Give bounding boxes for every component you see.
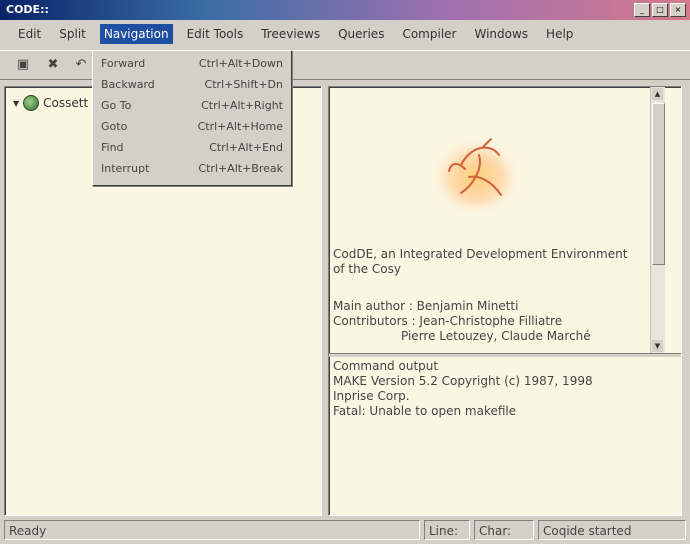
about-scrollbar[interactable]: ▲ ▼ (650, 87, 665, 353)
menu-edit[interactable]: Edit (14, 24, 45, 44)
line-indicator: Line: (424, 520, 470, 540)
status-text: Ready (4, 520, 420, 540)
menu-item-interrupt[interactable]: Interrupt Ctrl+Alt+Break (93, 160, 291, 177)
expand-arrow-icon[interactable]: ▼ (13, 99, 19, 108)
console-line: Inprise Corp. (333, 389, 410, 403)
console-line: Fatal: Unable to open makefile (333, 404, 517, 418)
scroll-down-icon[interactable]: ▼ (652, 340, 663, 352)
menu-item-backward[interactable]: Backward Ctrl+Shift+Dn (93, 76, 291, 93)
menu-treeviews[interactable]: Treeviews (257, 24, 324, 44)
menu-windows[interactable]: Windows (470, 24, 532, 44)
menu-item-forward[interactable]: Forward Ctrl+Alt+Down (93, 55, 291, 72)
horizontal-splitter[interactable] (329, 353, 681, 357)
about-panel: CodDE, an Integrated Development Environ… (329, 87, 665, 353)
globe-icon (23, 95, 40, 111)
menu-edit-tools[interactable]: Edit Tools (183, 24, 248, 44)
menu-help[interactable]: Help (542, 24, 577, 44)
scroll-up-icon[interactable]: ▲ (652, 88, 663, 100)
menu-item-goto[interactable]: Goto Ctrl+Alt+Home (93, 118, 291, 135)
about-contributors-2: Pierre Letouzey, Claude Marché (401, 329, 591, 343)
about-author: Main author : Benjamin Minetti (333, 299, 519, 313)
title-bar: CODE:: _ □ × (0, 0, 690, 20)
save-icon[interactable]: ▣ (14, 56, 32, 74)
menu-item-go-to[interactable]: Go To Ctrl+Alt+Right (93, 97, 291, 114)
undo-icon[interactable]: ↶ (72, 56, 90, 74)
char-indicator: Char: (474, 520, 534, 540)
menu-split[interactable]: Split (55, 24, 90, 44)
menu-navigation[interactable]: Navigation (99, 24, 173, 44)
coq-logo (430, 133, 522, 213)
menu-bar: Edit Split Navigation Edit Tools Treevie… (0, 22, 690, 46)
minimize-button[interactable]: _ (634, 3, 650, 17)
editor-pane: CodDE, an Integrated Development Environ… (328, 86, 682, 516)
console-line: Command output (333, 359, 439, 373)
status-bar: Ready Line: Char: Coqide started (0, 518, 690, 544)
about-contributors: Contributors : Jean-Christophe Filliatre (333, 314, 563, 328)
mode-indicator: Coqide started (538, 520, 686, 540)
about-line-2: of the Cosy (333, 262, 401, 276)
menu-item-find[interactable]: Find Ctrl+Alt+End (93, 139, 291, 156)
window-controls: _ □ × (634, 3, 686, 17)
scroll-thumb[interactable] (652, 103, 665, 265)
maximize-button[interactable]: □ (652, 3, 668, 17)
console-line: MAKE Version 5.2 Copyright (c) 1987, 199… (333, 374, 593, 388)
message-console: Command output MAKE Version 5.2 Copyrigh… (333, 359, 673, 419)
about-line-1: CodDE, an Integrated Development Environ… (333, 247, 628, 261)
tree-root-label: Cossett (43, 96, 89, 110)
close-button[interactable]: × (670, 3, 686, 17)
close-file-icon[interactable]: ✖ (44, 56, 62, 74)
window-title: CODE:: (6, 3, 49, 16)
navigation-dropdown-menu: Forward Ctrl+Alt+Down Backward Ctrl+Shif… (92, 50, 292, 186)
menu-compiler[interactable]: Compiler (398, 24, 460, 44)
tree-root-item[interactable]: ▼ Cossett (13, 95, 88, 111)
menu-queries[interactable]: Queries (334, 24, 388, 44)
